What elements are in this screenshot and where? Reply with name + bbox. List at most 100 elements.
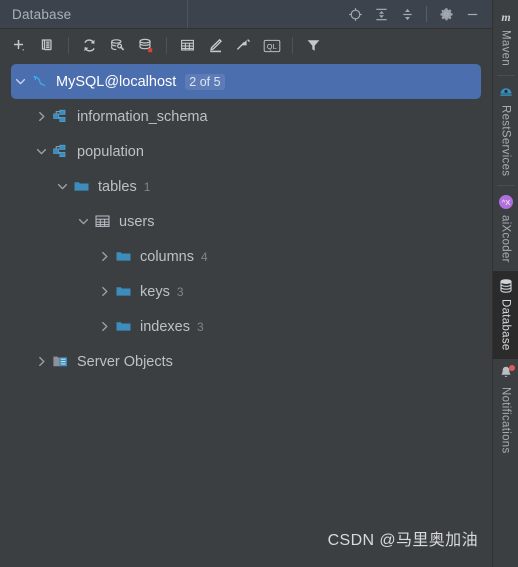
stripe-item-label: Database	[499, 299, 512, 351]
tree-node-label: Server Objects	[77, 353, 173, 370]
settings-gear-icon[interactable]	[434, 2, 458, 26]
chevron-right-icon[interactable]	[32, 353, 50, 371]
sync-database-button[interactable]	[132, 33, 159, 59]
locate-icon[interactable]	[343, 2, 367, 26]
toolbar-divider-2	[166, 37, 167, 54]
watermark: CSDN @马里奥加油	[327, 532, 478, 549]
database-icon	[497, 277, 514, 294]
tree-node-users[interactable]: users	[0, 204, 492, 239]
tree-node-count: 3	[196, 319, 204, 334]
svg-text:m: m	[501, 10, 510, 24]
stripe-item-label: Maven	[499, 30, 512, 67]
stripe-item-database[interactable]: Database	[492, 271, 518, 359]
refresh-button[interactable]	[76, 33, 103, 59]
chevron-right-icon[interactable]	[95, 248, 113, 266]
aixcoder-icon: ^X	[497, 193, 514, 210]
chevron-down-icon[interactable]	[11, 73, 29, 91]
tree-node-keys[interactable]: keys 3	[0, 274, 492, 309]
datasource-properties-button[interactable]	[104, 33, 131, 59]
bell-icon	[497, 364, 515, 382]
tree-node-label: indexes	[140, 318, 190, 335]
stripe-divider	[496, 75, 515, 77]
collapse-all-icon[interactable]	[395, 2, 419, 26]
database-tool-window: Database QL MySQL@localhost 2 of 5 infor…	[0, 0, 518, 567]
open-table-editor-button[interactable]	[174, 33, 201, 59]
chevron-right-icon[interactable]	[32, 108, 50, 126]
rest-services-icon	[497, 83, 514, 100]
toolbar-divider-1	[68, 37, 69, 54]
stripe-item-aixcoder[interactable]: ^X aiXcoder	[493, 187, 518, 271]
stripe-item-label: Notifications	[499, 386, 512, 454]
toolwindow-main: Database QL MySQL@localhost 2 of 5 infor…	[0, 0, 492, 567]
tree-node-mysql-localhost[interactable]: MySQL@localhost 2 of 5	[11, 64, 481, 99]
jump-to-source-button[interactable]	[230, 33, 257, 59]
stripe-item-label: aiXcoder	[499, 215, 512, 264]
duplicate-button[interactable]	[34, 33, 61, 59]
folder-icon	[113, 283, 133, 301]
tool-window-stripe-right: m Maven RestServices ^X aiXcoder Database…	[492, 0, 518, 567]
tree-node-count: 4	[201, 249, 208, 264]
modify-object-button[interactable]	[202, 33, 229, 59]
chevron-down-icon[interactable]	[53, 178, 71, 196]
filter-button[interactable]	[300, 33, 327, 59]
tree-node-count: 1	[143, 179, 151, 194]
mysql-dolphin-icon	[29, 73, 49, 91]
chevron-down-icon[interactable]	[74, 213, 92, 231]
tree-node-label: keys	[140, 283, 170, 300]
stripe-item-restservices[interactable]: RestServices	[493, 77, 518, 184]
query-console-button[interactable]: QL	[258, 33, 285, 59]
tree-node-information-schema[interactable]: information_schema	[0, 99, 492, 134]
tree-node-count: 3	[176, 284, 184, 299]
tree-node-label: tables	[98, 178, 137, 195]
server-objects-icon	[50, 353, 70, 371]
database-toolbar: QL	[0, 29, 492, 62]
folder-icon	[71, 178, 91, 196]
tree-node-label: population	[77, 143, 144, 160]
stripe-item-label: RestServices	[499, 105, 512, 177]
chevron-right-icon[interactable]	[95, 318, 113, 336]
header-action-group	[343, 0, 492, 28]
tree-node-label: users	[119, 213, 155, 230]
header-spacer	[188, 0, 343, 28]
chevron-right-icon[interactable]	[95, 283, 113, 301]
tab-database[interactable]: Database	[0, 0, 188, 28]
tree-node-population[interactable]: population	[0, 134, 492, 169]
svg-text:QL: QL	[266, 42, 276, 51]
database-tree[interactable]: MySQL@localhost 2 of 5 information_schema…	[0, 62, 492, 567]
folder-icon	[113, 318, 133, 336]
tree-node-label: columns	[140, 248, 194, 265]
header-divider	[426, 6, 427, 22]
tree-node-columns[interactable]: columns 4	[0, 239, 492, 274]
page-title: Database	[12, 6, 72, 22]
stripe-item-maven[interactable]: m Maven	[493, 2, 518, 74]
tree-node-label: information_schema	[77, 108, 208, 125]
toolwindow-header: Database	[0, 0, 492, 29]
chevron-down-icon[interactable]	[32, 143, 50, 161]
stripe-item-notifications[interactable]: Notifications	[493, 359, 518, 462]
svg-text:^X: ^X	[501, 198, 510, 207]
expand-all-icon[interactable]	[369, 2, 393, 26]
toolbar-divider-3	[292, 37, 293, 54]
tree-node-tables[interactable]: tables 1	[0, 169, 492, 204]
folder-icon	[113, 248, 133, 266]
minimize-icon[interactable]	[460, 2, 484, 26]
tree-node-indexes[interactable]: indexes 3	[0, 309, 492, 344]
add-button[interactable]	[6, 33, 33, 59]
schema-icon	[50, 108, 70, 126]
notification-dot	[509, 364, 515, 371]
tree-node-label: MySQL@localhost	[56, 73, 177, 90]
tree-node-server-objects[interactable]: Server Objects	[0, 344, 492, 379]
maven-m-icon: m	[497, 8, 514, 25]
schema-icon	[50, 143, 70, 161]
schema-count-badge: 2 of 5	[185, 73, 225, 90]
table-grid-icon	[92, 213, 112, 231]
stripe-divider	[496, 185, 515, 187]
